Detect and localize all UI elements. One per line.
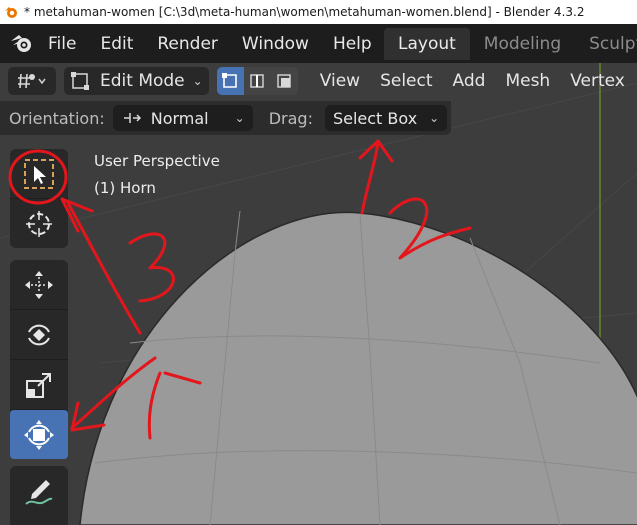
window-title: * metahuman-women [C:\3d\meta-human\wome… <box>24 5 585 19</box>
tool-rotate[interactable] <box>10 309 68 359</box>
orientation-dropdown[interactable]: Normal ⌄ <box>112 105 253 131</box>
menu-vertex[interactable]: Vertex <box>560 71 635 91</box>
menu-view[interactable]: View <box>310 71 370 91</box>
chevron-down-icon: ⌄ <box>429 111 440 125</box>
view-name: User Perspective <box>94 152 220 170</box>
viewport-header: Edit Mode ⌄ View Select Add Mesh Vertex <box>0 63 637 99</box>
select-box-icon <box>24 158 54 189</box>
tool-move[interactable] <box>10 260 68 309</box>
move-icon <box>25 270 53 299</box>
drag-label: Drag: <box>268 108 313 128</box>
tool-transform[interactable] <box>10 409 68 459</box>
tool-select-box[interactable] <box>10 149 68 198</box>
top-menubar: File Edit Render Window Help Layout Mode… <box>0 24 637 63</box>
menu-help[interactable]: Help <box>321 34 384 54</box>
rotate-icon <box>28 324 50 345</box>
edge-select-icon <box>250 74 264 88</box>
toolbar-transform-group <box>10 260 68 459</box>
orientation-label: Orientation: <box>9 108 105 128</box>
tab-modeling[interactable]: Modeling <box>470 28 575 60</box>
blender-logo-icon <box>5 7 17 18</box>
menu-add[interactable]: Add <box>443 71 496 91</box>
toolbar-annotate-group <box>10 466 68 525</box>
toolbar-select-group <box>10 149 68 248</box>
annotate-icon <box>25 479 53 505</box>
menu-window[interactable]: Window <box>230 34 321 54</box>
tab-layout[interactable]: Layout <box>384 28 470 60</box>
vertex-select-button[interactable] <box>216 67 244 95</box>
window-titlebar: * metahuman-women [C:\3d\meta-human\wome… <box>0 0 637 24</box>
orientation-value: Normal <box>150 108 209 128</box>
tab-sculpting[interactable]: Sculptin <box>575 28 637 60</box>
menu-file[interactable]: File <box>44 34 88 54</box>
face-select-icon <box>277 74 291 88</box>
orientation-icon <box>123 113 141 123</box>
editor-type-icon <box>18 73 46 89</box>
transform-icon <box>24 419 54 450</box>
editor-type-button[interactable] <box>8 67 56 95</box>
3d-viewport[interactable]: Edit Mode ⌄ View Select Add Mesh Vertex … <box>0 63 637 525</box>
drag-value: Select Box <box>332 108 418 128</box>
menu-mesh[interactable]: Mesh <box>495 71 560 91</box>
drag-dropdown[interactable]: Select Box ⌄ <box>324 105 448 131</box>
object-name: (1) Horn <box>94 179 156 197</box>
menu-render[interactable]: Render <box>145 34 230 54</box>
mode-label: Edit Mode <box>100 71 185 91</box>
menu-edit[interactable]: Edit <box>88 34 145 54</box>
chevron-down-icon: ⌄ <box>234 111 245 125</box>
tool-cursor[interactable] <box>10 198 68 248</box>
select-mode-group <box>216 67 298 95</box>
tool-settings-bar: Orientation: Normal ⌄ Drag: Select Box ⌄ <box>0 101 451 135</box>
tool-scale[interactable] <box>10 359 68 409</box>
vertex-select-icon <box>222 73 238 88</box>
tool-annotate[interactable] <box>10 466 68 515</box>
mode-dropdown[interactable]: Edit Mode ⌄ <box>64 67 209 95</box>
face-select-button[interactable] <box>270 67 298 95</box>
blender-menu-icon[interactable] <box>10 32 34 56</box>
menu-select[interactable]: Select <box>370 71 442 91</box>
chevron-down-icon: ⌄ <box>192 74 203 88</box>
workspace-tabs: Layout Modeling Sculptin <box>384 28 637 60</box>
cursor-icon <box>26 210 52 237</box>
edit-mode-icon <box>71 72 89 90</box>
scale-icon <box>26 372 51 398</box>
edge-select-button[interactable] <box>243 67 271 95</box>
